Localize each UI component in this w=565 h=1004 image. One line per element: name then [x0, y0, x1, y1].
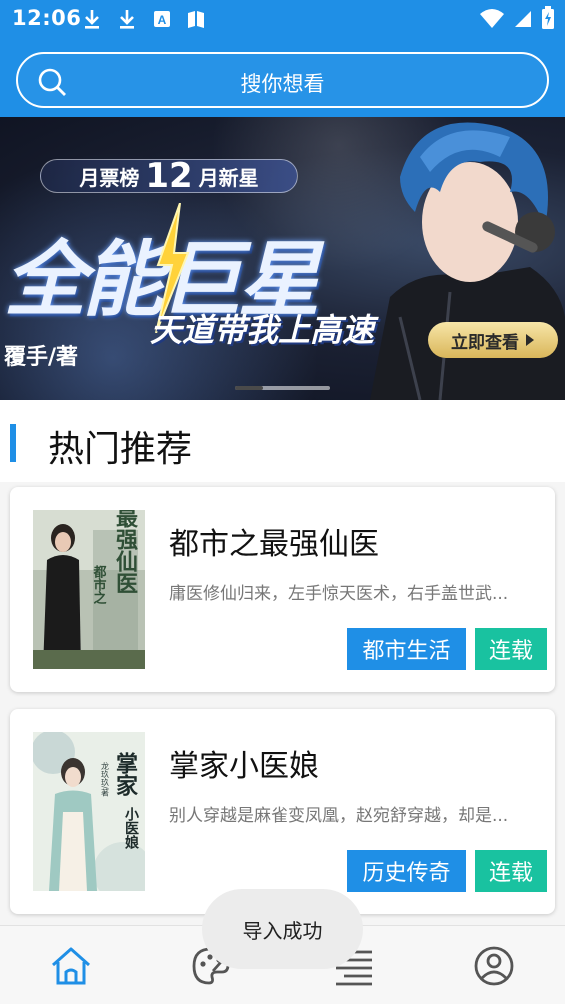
svg-text:A: A	[158, 13, 167, 27]
cover-author-text: 龙玖玖/著	[101, 761, 110, 798]
book-genre-tag[interactable]: 都市生活	[347, 628, 466, 670]
status-right	[479, 6, 555, 30]
app-header: 12:06 A 搜你想看	[0, 0, 565, 117]
banner-page-indicator	[235, 386, 330, 390]
download-icon	[85, 10, 99, 29]
download-icon	[120, 10, 134, 29]
book-title[interactable]: 都市之最强仙医	[169, 519, 379, 563]
book-description: 别人穿越是麻雀变凤凰，赵宛舒穿越，却是...	[169, 806, 509, 826]
battery-icon	[542, 6, 554, 29]
book-card[interactable]: 掌家 小医娘 龙玖玖/著 掌家小医娘 别人穿越是麻雀变凤凰，赵宛舒穿越，却是..…	[10, 709, 555, 914]
book-cover: 掌家 小医娘 龙玖玖/著	[33, 732, 145, 891]
hot-recommendations-header: 热门推荐	[0, 400, 565, 482]
banner-cta-label: 立即查看	[451, 332, 519, 353]
promo-banner[interactable]: 月票榜 12 月新星 全能巨星 天道带我上高速 覆手/著 立即查看	[0, 117, 565, 400]
book-description: 庸医修仙归来，左手惊天医术，右手盖世武...	[169, 584, 509, 604]
banner-tag-prefix: 月票榜	[79, 165, 140, 190]
book-title[interactable]: 掌家小医娘	[169, 741, 319, 785]
status-bar: 12:06 A	[0, 0, 565, 40]
toast-notification: 导入成功	[202, 889, 363, 969]
book-icon	[188, 11, 204, 28]
banner-view-now-button[interactable]: 立即查看	[428, 322, 558, 358]
play-arrow-icon	[526, 334, 534, 346]
cover-title-text: 掌家	[112, 752, 138, 796]
toast-message: 导入成功	[242, 919, 323, 943]
search-box[interactable]: 搜你想看	[16, 52, 549, 108]
status-time: 12:06	[12, 6, 82, 30]
cover-subtitle-text: 都市之	[91, 564, 108, 605]
book-status-tag[interactable]: 连载	[475, 850, 547, 892]
signal-icon	[515, 11, 531, 27]
section-title: 热门推荐	[48, 429, 193, 470]
banner-author: 覆手/著	[4, 345, 79, 370]
book-status-tag[interactable]: 连载	[475, 628, 547, 670]
user-icon[interactable]	[472, 944, 516, 988]
home-icon[interactable]	[49, 944, 93, 988]
book-cover-illustration: 掌家 小医娘 龙玖玖/著	[33, 732, 145, 891]
book-card[interactable]: 最强仙医 都市之 都市之最强仙医 庸医修仙归来，左手惊天医术，右手盖世武... …	[10, 487, 555, 692]
book-cover: 最强仙医 都市之	[33, 510, 145, 669]
section-accent-bar	[10, 424, 16, 462]
banner-subtitle: 天道带我上高速	[150, 311, 375, 349]
search-placeholder: 搜你想看	[240, 72, 325, 96]
banner-ranking-tag: 月票榜 12 月新星	[40, 156, 298, 196]
banner-tag-suffix: 月新星	[198, 165, 259, 190]
keyboard-a-icon: A	[154, 11, 170, 27]
banner-page-indicator-active	[235, 386, 263, 390]
wifi-icon	[480, 9, 504, 28]
book-cover-illustration: 最强仙医 都市之	[33, 510, 145, 669]
cover-title-text: 最强仙医	[112, 510, 138, 594]
banner-tag-number: 12	[145, 156, 193, 196]
cover-title-text-2: 小医娘	[123, 807, 139, 850]
book-genre-tag[interactable]: 历史传奇	[347, 850, 466, 892]
